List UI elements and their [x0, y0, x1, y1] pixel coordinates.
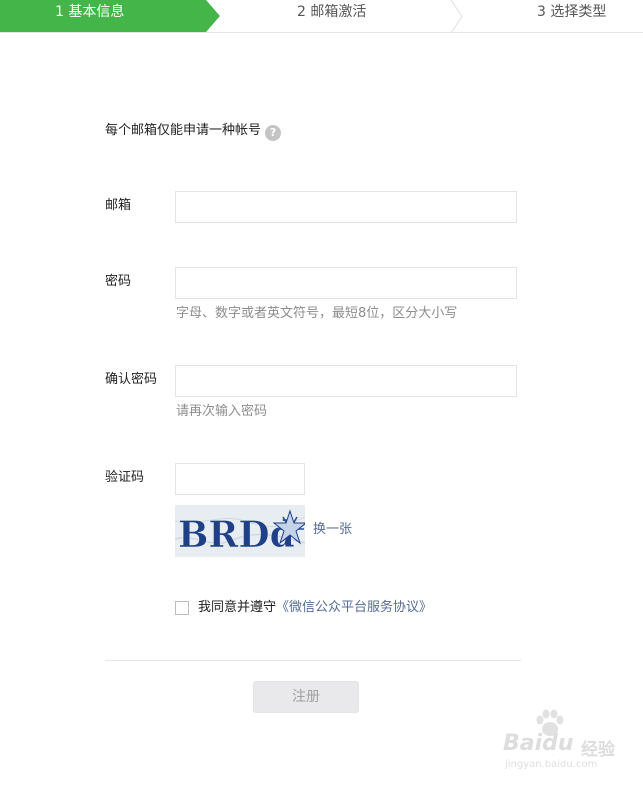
captcha-text: BRDd — [178, 514, 295, 556]
agreement-line: 我同意并遵守《微信公众平台服务协议》 — [198, 598, 432, 618]
confirm-password-label: 确认密码 — [105, 372, 158, 387]
email-field[interactable] — [175, 191, 517, 223]
step-2-label: 2 邮箱激活 — [297, 4, 367, 20]
email-label: 邮箱 — [105, 198, 132, 213]
service-agreement-link[interactable]: 《微信公众平台服务协议》 — [276, 600, 432, 615]
confirm-password-field[interactable] — [175, 365, 517, 397]
question-circle-icon[interactable]: ? — [265, 125, 282, 141]
watermark-url: jingyan.baidu.com — [505, 759, 598, 770]
confirm-password-hint: 请再次输入密码 — [176, 404, 268, 419]
watermark-brand-suffix: 经验 — [581, 740, 615, 760]
step-separator-icon — [450, 0, 463, 32]
form-divider — [105, 660, 521, 661]
account-notice: 每个邮箱仅能申请一种帐号? — [105, 121, 282, 141]
captcha-image[interactable]: BRDd — [175, 505, 305, 557]
step-3-label: 3 选择类型 — [537, 4, 607, 20]
watermark-brand: Baidu — [503, 731, 574, 756]
password-hint: 字母、数字或者英文符号，最短8位，区分大小写 — [176, 306, 458, 321]
captcha-input[interactable] — [175, 463, 305, 495]
step-1-label: 1 基本信息 — [55, 4, 125, 20]
register-button[interactable]: 注册 — [253, 681, 359, 713]
agree-prefix: 我同意并遵守 — [198, 600, 277, 615]
agree-checkbox[interactable] — [175, 601, 189, 615]
password-field[interactable] — [175, 267, 517, 299]
captcha-graphic: BRDd — [175, 505, 305, 557]
captcha-label: 验证码 — [105, 470, 145, 485]
baidu-jingyan-watermark: Baidu 经验 jingyan.baidu.com — [503, 709, 623, 771]
account-notice-text: 每个邮箱仅能申请一种帐号 — [105, 123, 262, 138]
password-label: 密码 — [105, 274, 132, 289]
step-active-arrow — [206, 0, 220, 32]
step-progress-bar: 1 基本信息 2 邮箱激活 3 选择类型 — [0, 0, 643, 33]
captcha-refresh-link[interactable]: 换一张 — [313, 520, 352, 540]
